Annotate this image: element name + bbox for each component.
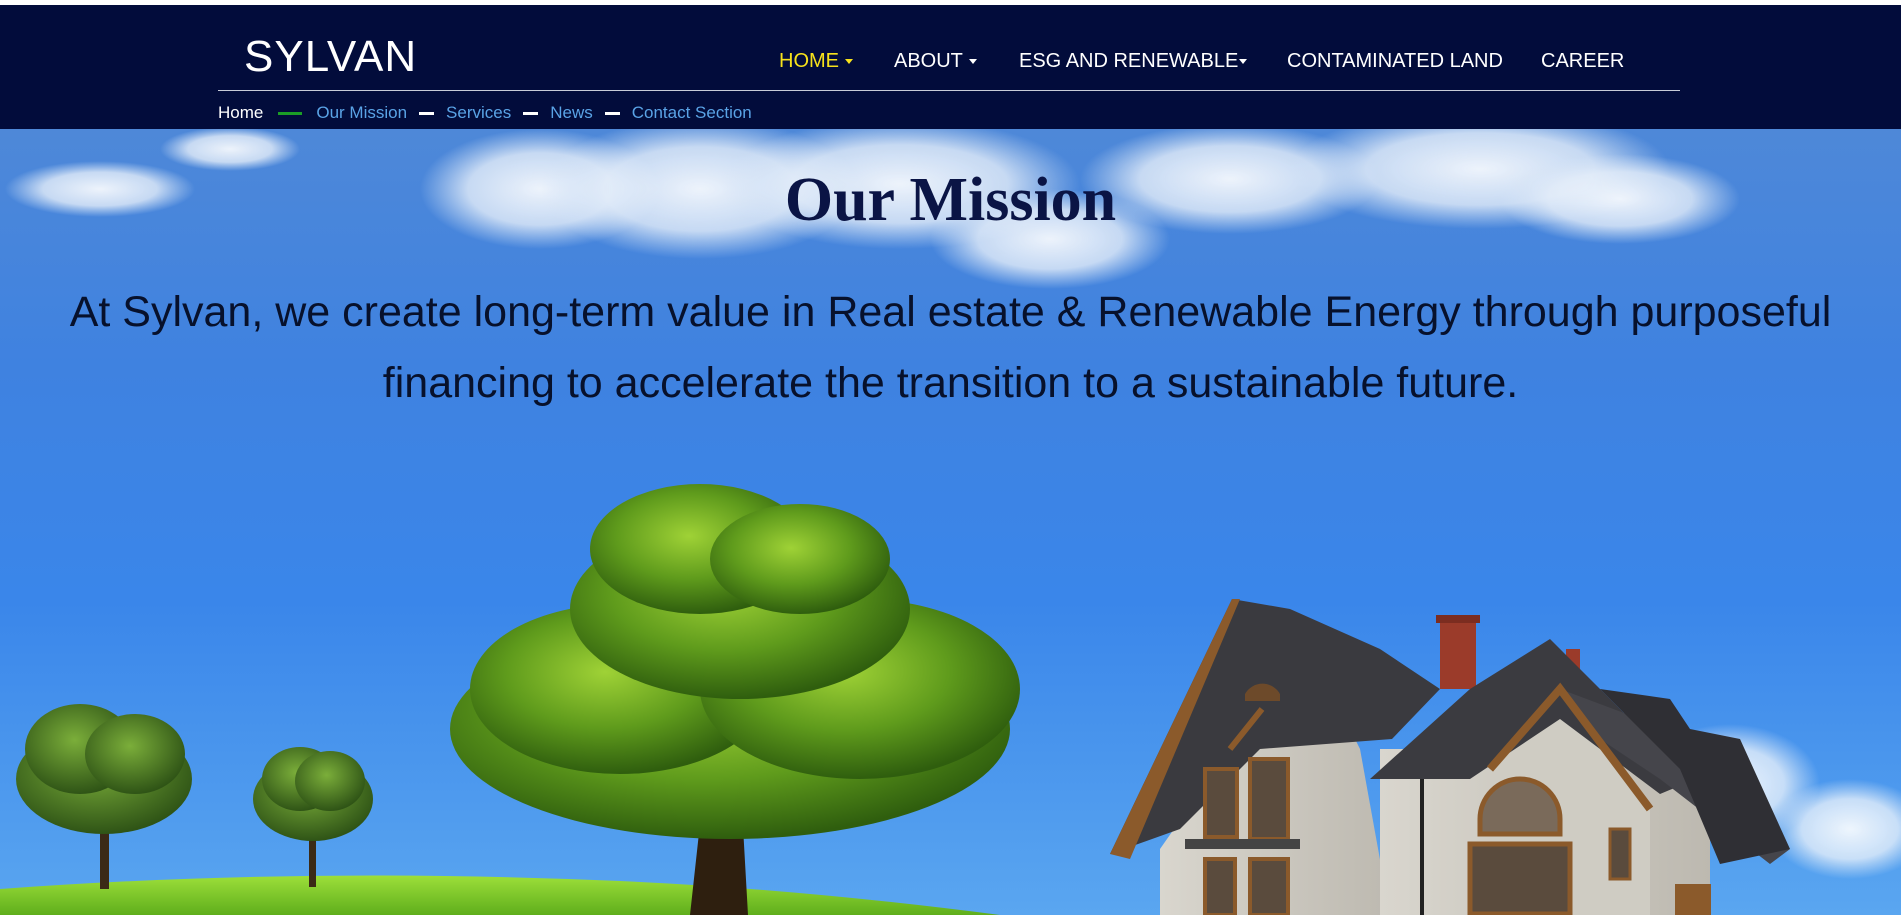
page: SYLVAN HOME ABOUT ESG AND RENEWABLE CONT…: [0, 0, 1901, 915]
subnav-home[interactable]: Home: [218, 103, 263, 123]
small-tree-left: [16, 704, 192, 889]
menu-item-home[interactable]: HOME: [779, 50, 853, 73]
subnav-separator: [523, 111, 539, 115]
menu-item-career[interactable]: CAREER: [1541, 50, 1624, 73]
menu-item-contaminated-land[interactable]: CONTAMINATED LAND: [1287, 50, 1503, 73]
menu-item-label: HOME: [779, 50, 839, 72]
main-menu: HOME ABOUT ESG AND RENEWABLE CONTAMINATE…: [0, 50, 1901, 80]
house: [1110, 599, 1790, 915]
section-subnav: Home Our Mission Services News Contact S…: [218, 101, 752, 125]
menu-item-about[interactable]: ABOUT: [894, 50, 977, 73]
big-tree: [450, 484, 1020, 915]
nav-divider: [218, 90, 1680, 91]
subnav-separator: [419, 111, 435, 115]
menu-item-esg-and-renewable[interactable]: ESG AND RENEWABLE: [1019, 50, 1248, 73]
caret-down-icon: [1239, 59, 1248, 65]
hero-background-image: [0, 129, 1901, 915]
hero-section: Our Mission At Sylvan, we create long-te…: [0, 129, 1901, 915]
subnav-link-services[interactable]: Services: [446, 103, 511, 123]
subnav-link-news[interactable]: News: [550, 103, 593, 123]
menu-item-label: ESG AND RENEWABLE: [1019, 50, 1239, 72]
caret-down-icon: [968, 59, 977, 65]
hero-title: Our Mission: [784, 166, 1117, 234]
small-tree-middle: [253, 747, 373, 887]
menu-item-label: CAREER: [1541, 50, 1625, 72]
menu-item-label: CONTAMINATED LAND: [1287, 50, 1503, 72]
subnav-separator: [604, 111, 620, 115]
subnav-link-our-mission[interactable]: Our Mission: [316, 103, 407, 123]
subnav-link-contact-section[interactable]: Contact Section: [632, 103, 752, 123]
navbar: SYLVAN HOME ABOUT ESG AND RENEWABLE CONT…: [0, 5, 1901, 129]
menu-item-label: ABOUT: [894, 50, 963, 72]
subnav-separator: [278, 111, 303, 115]
caret-down-icon: [845, 59, 853, 65]
mission-statement: At Sylvan, we create long-term value in …: [69, 288, 1832, 407]
